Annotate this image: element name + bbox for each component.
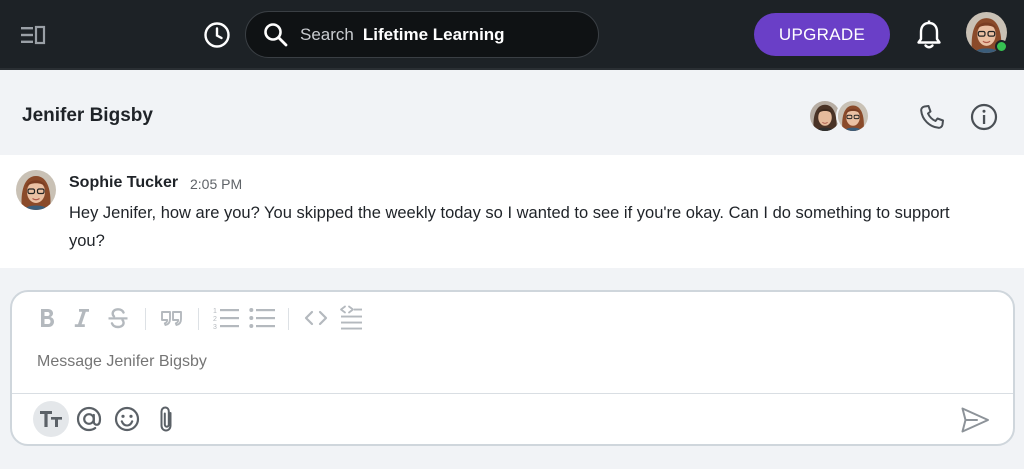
search-placeholder: Search [300, 24, 354, 44]
channel-members[interactable] [808, 99, 872, 133]
emoji-icon[interactable] [109, 401, 145, 437]
text-format-icon[interactable] [33, 401, 69, 437]
bold-icon[interactable] [34, 305, 60, 331]
svg-text:1: 1 [213, 308, 217, 315]
message-composer: 1 2 3 [10, 290, 1015, 446]
toolbar-divider [288, 308, 289, 330]
numbered-list-icon[interactable]: 1 2 3 [212, 305, 239, 331]
code-block-icon[interactable] [338, 305, 364, 331]
code-icon[interactable] [303, 305, 329, 331]
history-clock-icon[interactable] [203, 21, 231, 49]
search-icon [263, 22, 288, 47]
online-status-indicator [995, 40, 1008, 53]
formatting-toolbar: 1 2 3 [12, 292, 1013, 342]
message-input[interactable] [37, 353, 937, 371]
call-phone-icon[interactable] [918, 103, 946, 131]
message-author[interactable]: Sophie Tucker [69, 174, 178, 192]
message-timestamp[interactable]: 2:05 PM [190, 176, 242, 192]
send-icon[interactable] [959, 404, 991, 436]
svg-text:2: 2 [213, 316, 217, 323]
channel-header: Jenifer Bigsby [0, 72, 1024, 155]
upgrade-button[interactable]: UPGRADE [754, 13, 890, 56]
svg-text:3: 3 [213, 324, 217, 331]
channel-title: Jenifer Bigsby [22, 105, 153, 126]
message-text: Hey Jenifer, how are you? You skipped th… [69, 204, 950, 250]
quote-icon[interactable] [159, 305, 185, 331]
attachment-icon[interactable] [148, 401, 184, 437]
top-bar: Search Lifetime Learning UPGRADE [0, 0, 1024, 70]
bulleted-list-icon[interactable] [248, 305, 275, 331]
search-scope: Lifetime Learning [362, 24, 505, 44]
toolbar-divider [145, 308, 146, 330]
italic-icon[interactable] [69, 305, 95, 331]
member-avatar [836, 99, 870, 133]
message-list: Sophie Tucker 2:05 PM Hey Jenifer, how a… [0, 155, 1024, 268]
author-avatar[interactable] [16, 170, 56, 210]
toolbar-divider [198, 308, 199, 330]
composer-divider [12, 393, 1013, 394]
strikethrough-icon[interactable] [105, 305, 131, 331]
sidebar-toggle-icon[interactable] [20, 24, 46, 46]
search-bar[interactable]: Search Lifetime Learning [245, 11, 599, 58]
info-icon[interactable] [969, 102, 999, 132]
notifications-bell-icon[interactable] [914, 19, 944, 51]
mention-icon[interactable] [71, 401, 107, 437]
